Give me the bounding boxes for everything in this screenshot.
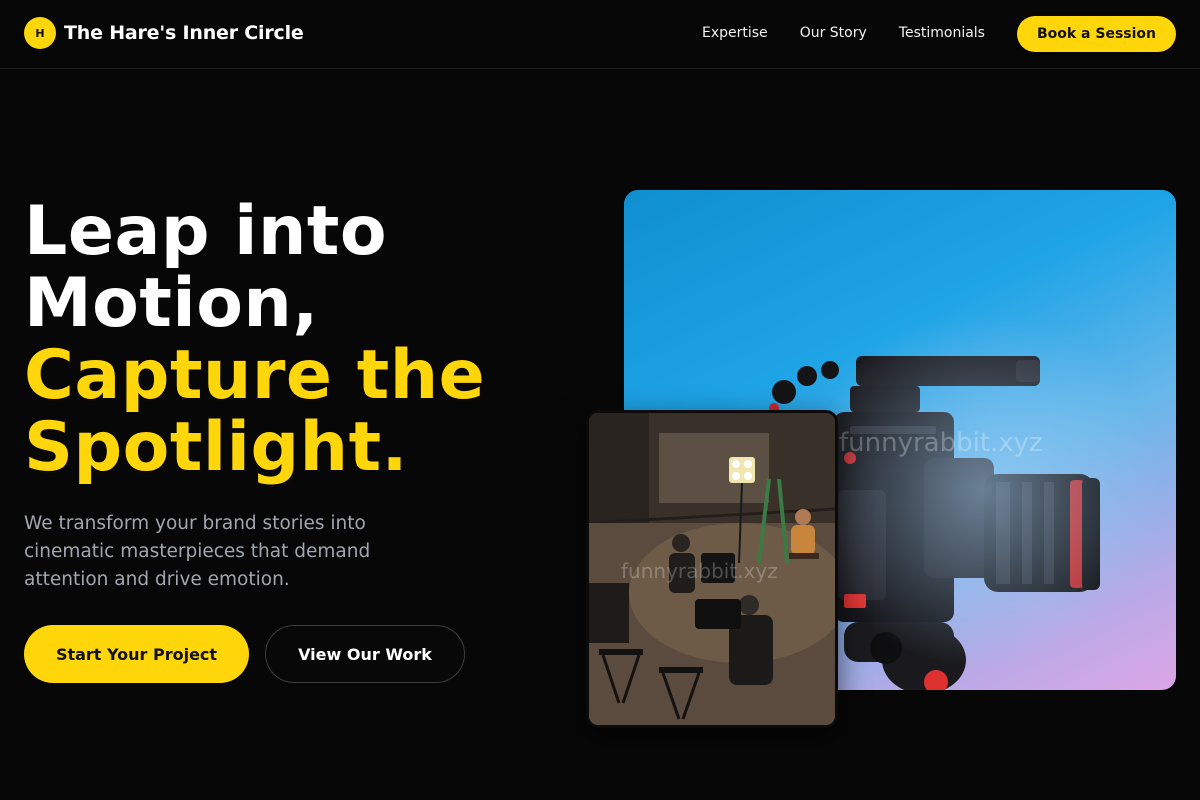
brand-logo[interactable]: H The Hare's Inner Circle: [24, 17, 304, 49]
main-nav: Expertise Our Story Testimonials: [702, 25, 1017, 41]
brand-name: The Hare's Inner Circle: [64, 22, 304, 44]
headline-line-2: Motion,: [24, 264, 319, 343]
film-set-scene: funnyrabbit.xyz: [589, 413, 835, 725]
behind-the-scenes-image: funnyrabbit.xyz: [586, 410, 838, 728]
headline-accent-line-2: Spotlight.: [24, 408, 408, 487]
brand-badge-icon: H: [24, 17, 56, 49]
hero-headline: Leap into Motion, Capture the Spotlight.: [24, 196, 584, 484]
headline-line-1: Leap into: [24, 192, 388, 271]
watermark-text-inset: funnyrabbit.xyz: [621, 559, 778, 583]
nav-item-our-story[interactable]: Our Story: [800, 25, 867, 41]
watermark-text: funnyrabbit.xyz: [839, 428, 1043, 458]
view-work-button[interactable]: View Our Work: [265, 625, 465, 683]
nav-item-testimonials[interactable]: Testimonials: [899, 25, 985, 41]
hero-subtext: We transform your brand stories into cin…: [24, 513, 371, 590]
book-session-button[interactable]: Book a Session: [1017, 16, 1176, 52]
headline-accent-line-1: Capture the: [24, 336, 486, 415]
background-glow: [804, 310, 1164, 670]
nav-item-expertise[interactable]: Expertise: [702, 25, 768, 41]
site-header: H The Hare's Inner Circle Expertise Our …: [0, 0, 1200, 69]
start-project-button[interactable]: Start Your Project: [24, 625, 249, 683]
